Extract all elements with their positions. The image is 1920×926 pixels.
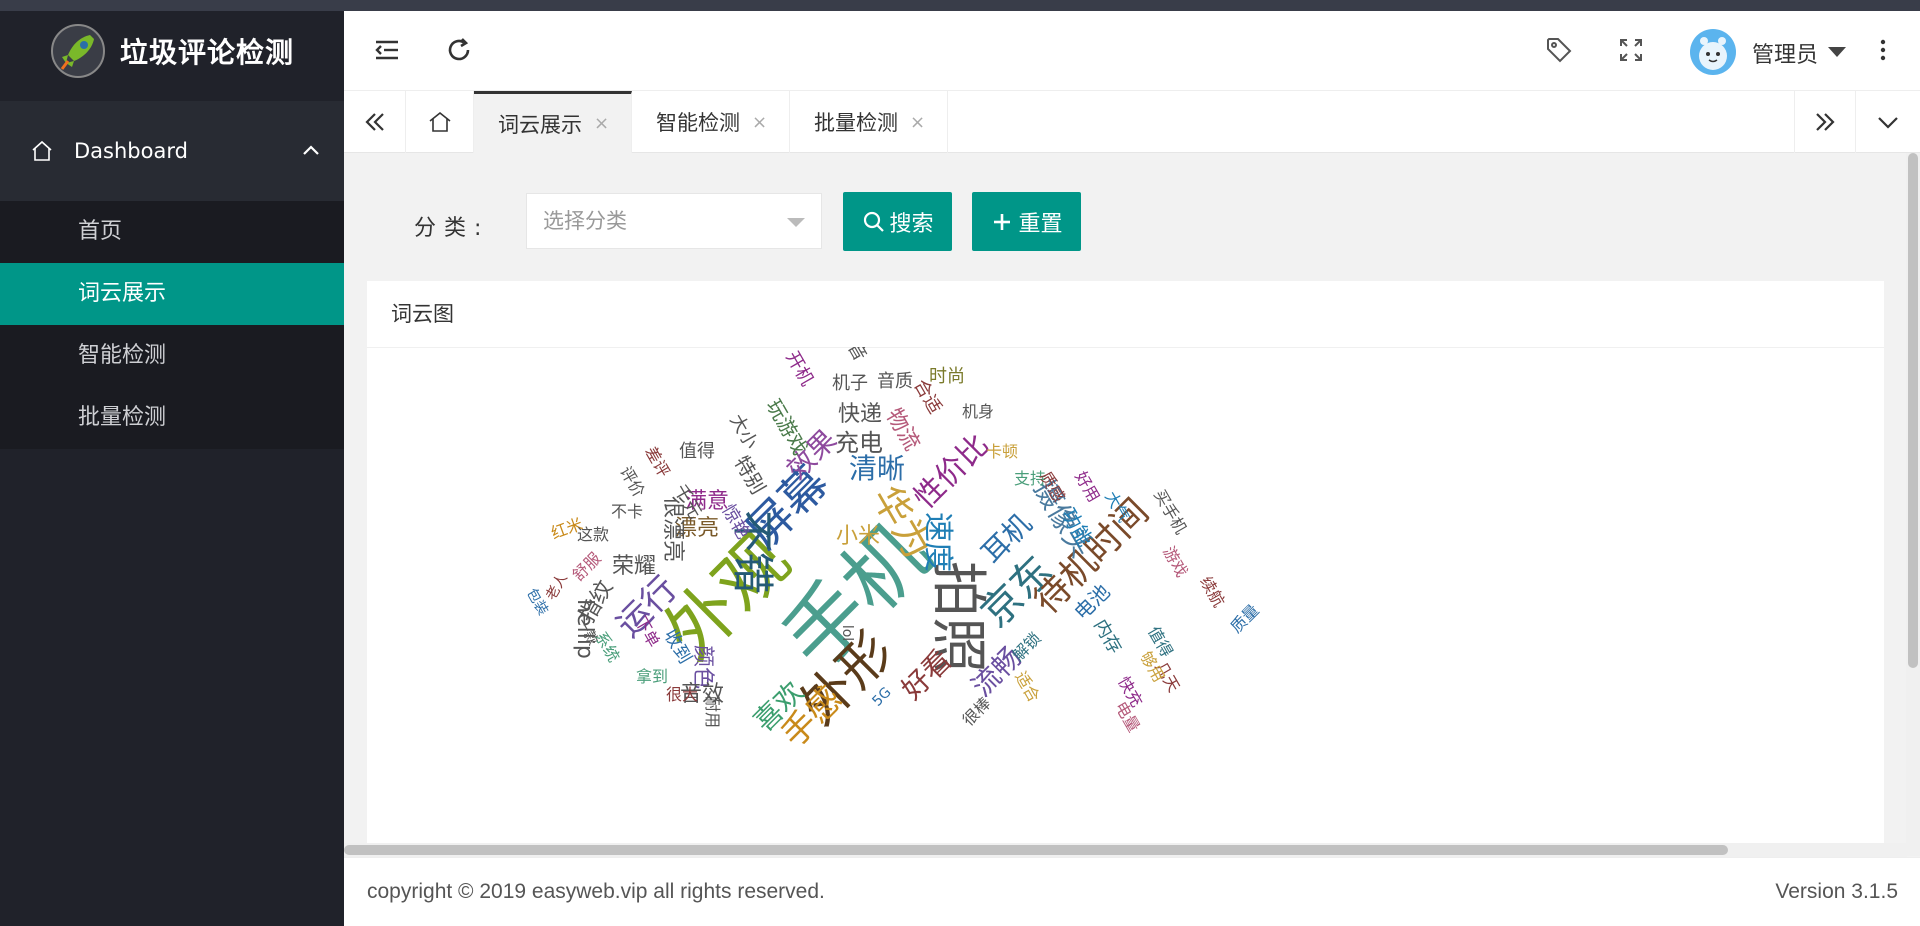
sidebar-group-label: Dashboard <box>74 139 188 163</box>
sidebar-group-dashboard[interactable]: Dashboard <box>0 101 344 201</box>
close-icon[interactable]: × <box>910 112 925 133</box>
wordcloud-word: 这款 <box>576 525 610 544</box>
wordcloud-word: 质量 <box>1226 600 1263 637</box>
user-avatar-icon <box>1699 37 1727 70</box>
wordcloud-chart: 手机 外观 外形 拍照 屏幕 不错 华为 京东 待机时间 速度 运行 效果 清晰 性价比 耳机 摄像头 流畅 好看… <box>367 347 1884 845</box>
sidebar-item-home[interactable]: 首页 <box>0 201 344 263</box>
wordcloud-word: 续航 <box>1196 573 1229 611</box>
footer: copyright © 2019 easyweb.vip all rights … <box>344 857 1920 926</box>
tab-smart-detect[interactable]: 智能检测 × <box>632 91 790 153</box>
wordcloud-word: 卡顿 <box>985 442 1019 461</box>
wordcloud-word: 值得 <box>679 441 715 462</box>
rocket-logo-icon <box>51 24 105 78</box>
wordcloud-word: 物流 <box>880 404 925 456</box>
tab-wordcloud[interactable]: 词云展示 × <box>474 91 632 153</box>
tabs-scroll-right-button[interactable] <box>1794 91 1856 153</box>
search-icon <box>864 211 885 232</box>
wordcloud-word: 声音 <box>834 347 870 365</box>
reset-button[interactable]: 重置 <box>972 192 1081 251</box>
user-name[interactable]: 管理员 <box>1752 37 1818 69</box>
wordcloud-word: 音质 <box>877 371 913 392</box>
wordcloud-word: 开机 <box>781 347 818 390</box>
wordcloud-word: 耐用 <box>703 695 722 729</box>
close-icon[interactable]: × <box>594 113 609 134</box>
caret-down-icon <box>787 218 805 227</box>
reset-button-label: 重置 <box>1018 211 1063 237</box>
copyright-text: copyright © 2019 easyweb.vip all rights … <box>367 880 825 903</box>
wordcloud-word: 快递 <box>837 402 883 427</box>
vertical-scrollbar[interactable] <box>1906 153 1920 856</box>
wordcloud-word: 小米 <box>835 524 881 549</box>
tab-label: 智能检测 <box>656 111 740 135</box>
chevron-up-icon <box>303 145 319 155</box>
select-placeholder: 选择分类 <box>543 209 627 233</box>
scrollbar-thumb[interactable] <box>1908 153 1918 668</box>
wordcloud-word: 游戏 <box>1159 543 1192 581</box>
wordcloud-word: 适合 <box>1011 668 1044 706</box>
wordcloud-word: 买手机 <box>1150 486 1191 538</box>
tab-batch-detect[interactable]: 批量检测 × <box>790 91 948 153</box>
search-button-label: 搜索 <box>889 211 934 237</box>
double-chevron-right-icon <box>1816 113 1835 131</box>
app-title: 垃圾评论检测 <box>120 36 295 69</box>
caret-down-icon[interactable] <box>1828 47 1846 57</box>
tabs-menu-button[interactable] <box>1856 91 1920 153</box>
wordcloud-word: 评价 <box>616 463 649 501</box>
fullscreen-icon[interactable] <box>1616 35 1646 65</box>
horizontal-scrollbar[interactable] <box>344 843 1907 857</box>
wordcloud-word: 差评 <box>641 443 674 481</box>
wordcloud-word: 大小 <box>725 410 762 453</box>
avatar[interactable] <box>1690 29 1736 75</box>
wordcloud-word: 充电 <box>835 429 883 457</box>
wordcloud-word: 老人 <box>543 570 571 604</box>
tab-home[interactable] <box>406 91 474 153</box>
wordcloud-word: 速度 <box>920 512 955 572</box>
wordcloud-word: 时尚 <box>929 366 965 387</box>
wordcloud-word: 拿到 <box>635 667 669 686</box>
wordcloud-word: 清晰 <box>848 452 906 485</box>
refresh-icon[interactable] <box>444 35 474 65</box>
category-label: 分类: <box>414 216 490 241</box>
menu-collapse-icon[interactable] <box>372 35 402 65</box>
double-chevron-left-icon <box>364 113 384 131</box>
app-logo[interactable]: 垃圾评论检测 <box>0 11 344 91</box>
wordcloud-card: 词云图 手机 外观 外形 拍照 屏幕 不错 华为 京东 待机时间 速度 运行 效果 清晰 性价比 耳机 摄像头… <box>367 281 1884 845</box>
sidebar-item-wordcloud[interactable]: 词云展示 <box>0 263 344 325</box>
wordcloud-word: 系统 <box>591 628 624 666</box>
version-text: Version 3.1.5 <box>1775 880 1898 903</box>
wordcloud-word: 机子 <box>832 373 868 394</box>
plus-icon <box>994 213 1011 230</box>
scrollbar-thumb[interactable] <box>344 845 1728 855</box>
wordcloud-word: lol <box>839 624 855 642</box>
tag-icon[interactable] <box>1544 35 1574 65</box>
search-button[interactable]: 搜索 <box>843 192 952 251</box>
tabs-scroll-left-button[interactable] <box>344 91 406 153</box>
wordcloud-word: 很大 <box>665 685 699 704</box>
sidebar-item-batch-detect[interactable]: 批量检测 <box>0 387 344 449</box>
tab-label: 批量检测 <box>814 111 898 135</box>
tab-bar: 词云展示 × 智能检测 × 批量检测 × <box>344 91 1920 153</box>
sidebar-item-smart-detect[interactable]: 智能检测 <box>0 325 344 387</box>
wordcloud-word: 玩游戏 <box>761 395 813 459</box>
category-select[interactable]: 选择分类 <box>526 193 822 249</box>
sidebar: 垃圾评论检测 Dashboard 首页 词云展示 智能检测 批量检测 <box>0 11 344 926</box>
chevron-down-icon <box>1878 117 1898 129</box>
home-icon <box>32 140 52 161</box>
wordcloud-word: 荣耀 <box>611 554 657 579</box>
sidebar-submenu: 首页 词云展示 智能检测 批量检测 <box>0 201 344 449</box>
window-top-strip <box>0 0 1920 11</box>
more-vertical-icon[interactable] <box>1868 35 1898 65</box>
home-icon <box>429 111 450 132</box>
header: 管理员 <box>344 11 1920 91</box>
wordcloud-word: 机身 <box>961 402 995 421</box>
wordcloud-word: 内存 <box>1089 615 1126 658</box>
tab-label: 词云展示 <box>498 112 582 137</box>
wordcloud-word: 特别 <box>729 451 771 499</box>
wordcloud-word: 好用 <box>1071 468 1104 506</box>
card-title: 词云图 <box>367 281 1884 348</box>
close-icon[interactable]: × <box>752 112 767 133</box>
wordcloud-word: 不卡 <box>610 502 644 521</box>
